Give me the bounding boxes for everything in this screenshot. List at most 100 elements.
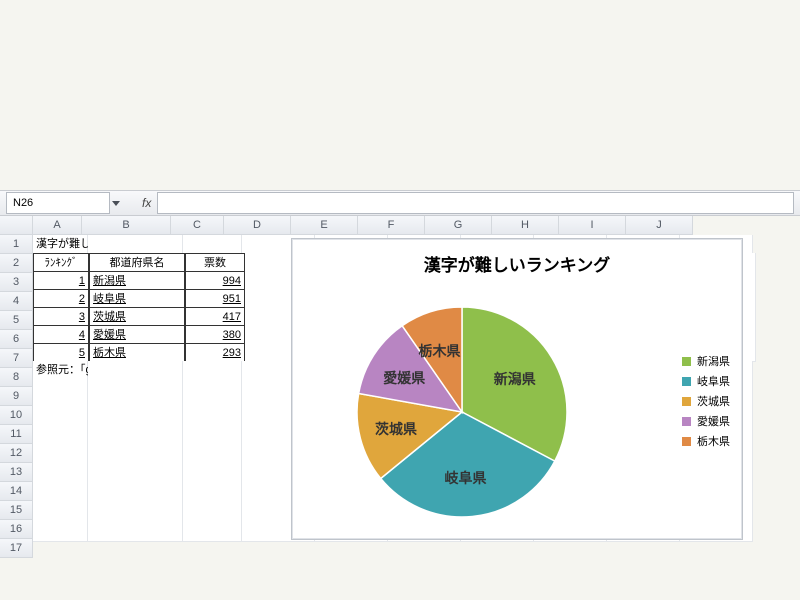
row-header[interactable]: 1 (0, 235, 33, 254)
pie-slice-label: 新潟県 (494, 369, 536, 389)
cell-A5[interactable]: 3 (33, 307, 89, 327)
legend-item: 愛媛県 (682, 413, 730, 429)
row-header[interactable]: 12 (0, 444, 33, 463)
cell-B5[interactable]: 茨城県 (89, 307, 185, 327)
legend-label: 新潟県 (697, 353, 730, 369)
pie-slice-label: 茨城県 (375, 419, 417, 439)
cell-A1[interactable]: 漢字が難しいランキング (33, 235, 88, 254)
cell-C13[interactable] (183, 451, 242, 470)
col-header-I[interactable]: I (559, 216, 626, 235)
chart-legend: 新潟県岐阜県茨城県愛媛県栃木県 (682, 349, 730, 453)
cell-A7[interactable]: 5 (33, 343, 89, 363)
cell-A2[interactable]: ﾗﾝｷﾝｸﾞ (33, 253, 89, 273)
cell-A6[interactable]: 4 (33, 325, 89, 345)
cell-A12[interactable] (33, 433, 88, 452)
cell-A15[interactable] (33, 487, 88, 506)
col-header-A[interactable]: A (33, 216, 82, 235)
cell-C7[interactable]: 293 (185, 343, 245, 363)
fx-icon[interactable]: fx (142, 196, 151, 210)
cell-B9[interactable] (88, 379, 183, 398)
cell-A14[interactable] (33, 469, 88, 488)
cell-C16[interactable] (183, 505, 242, 524)
col-header-H[interactable]: H (492, 216, 559, 235)
name-box[interactable]: N26 (6, 192, 110, 214)
cell-C8[interactable] (183, 361, 242, 380)
cell-A9[interactable] (33, 379, 88, 398)
cell-C14[interactable] (183, 469, 242, 488)
pie-chart[interactable]: 漢字が難しいランキング 新潟県岐阜県茨城県愛媛県栃木県 新潟県岐阜県茨城県愛媛県… (291, 238, 743, 540)
row-header[interactable]: 9 (0, 387, 33, 406)
formula-input[interactable] (157, 192, 794, 214)
cell-C17[interactable] (183, 523, 242, 542)
cell-B17[interactable] (88, 523, 183, 542)
cell-C1[interactable] (183, 235, 242, 254)
legend-item: 茨城県 (682, 393, 730, 409)
cell-A10[interactable] (33, 397, 88, 416)
legend-swatch-icon (682, 397, 691, 406)
row-header[interactable]: 17 (0, 539, 33, 558)
legend-label: 岐阜県 (697, 373, 730, 389)
legend-label: 愛媛県 (697, 413, 730, 429)
name-box-dropdown-icon[interactable] (112, 201, 120, 206)
cell-A16[interactable] (33, 505, 88, 524)
legend-label: 茨城県 (697, 393, 730, 409)
cell-B6[interactable]: 愛媛県 (89, 325, 185, 345)
cell-B13[interactable] (88, 451, 183, 470)
cell-B7[interactable]: 栃木県 (89, 343, 185, 363)
row-header[interactable]: 3 (0, 273, 33, 292)
row-header[interactable]: 10 (0, 406, 33, 425)
col-header-B[interactable]: B (82, 216, 171, 235)
cell-B11[interactable] (88, 415, 183, 434)
cell-B14[interactable] (88, 469, 183, 488)
cell-C5[interactable]: 417 (185, 307, 245, 327)
row-header[interactable]: 13 (0, 463, 33, 482)
row-header[interactable]: 5 (0, 311, 33, 330)
pie-slice-label: 愛媛県 (383, 368, 425, 388)
cell-B1[interactable] (88, 235, 183, 254)
select-all-corner[interactable] (0, 216, 33, 235)
cell-B12[interactable] (88, 433, 183, 452)
formula-bar: N26 fx (0, 190, 800, 216)
cell-B16[interactable] (88, 505, 183, 524)
row-header[interactable]: 6 (0, 330, 33, 349)
cell-B3[interactable]: 新潟県 (89, 271, 185, 291)
row-header[interactable]: 14 (0, 482, 33, 501)
legend-label: 栃木県 (697, 433, 730, 449)
cell-B2[interactable]: 都道府県名 (89, 253, 185, 273)
row-header[interactable]: 16 (0, 520, 33, 539)
cell-A8[interactable]: 参照元：「gooランキング」 (33, 361, 88, 380)
cell-C11[interactable] (183, 415, 242, 434)
col-header-D[interactable]: D (224, 216, 291, 235)
row-header[interactable]: 4 (0, 292, 33, 311)
cell-C15[interactable] (183, 487, 242, 506)
legend-swatch-icon (682, 437, 691, 446)
cell-A3[interactable]: 1 (33, 271, 89, 291)
cell-C6[interactable]: 380 (185, 325, 245, 345)
row-header[interactable]: 15 (0, 501, 33, 520)
cell-A17[interactable] (33, 523, 88, 542)
cell-C12[interactable] (183, 433, 242, 452)
cell-C9[interactable] (183, 379, 242, 398)
cell-A13[interactable] (33, 451, 88, 470)
cell-C2[interactable]: 票数 (185, 253, 245, 273)
row-header[interactable]: 8 (0, 368, 33, 387)
cell-B4[interactable]: 岐阜県 (89, 289, 185, 309)
cell-A11[interactable] (33, 415, 88, 434)
cell-B8[interactable] (88, 361, 183, 380)
legend-swatch-icon (682, 377, 691, 386)
col-header-C[interactable]: C (171, 216, 224, 235)
legend-item: 新潟県 (682, 353, 730, 369)
cell-B10[interactable] (88, 397, 183, 416)
row-header[interactable]: 11 (0, 425, 33, 444)
col-header-E[interactable]: E (291, 216, 358, 235)
col-header-G[interactable]: G (425, 216, 492, 235)
cell-B15[interactable] (88, 487, 183, 506)
cell-C10[interactable] (183, 397, 242, 416)
cell-A4[interactable]: 2 (33, 289, 89, 309)
col-header-J[interactable]: J (626, 216, 693, 235)
cell-C3[interactable]: 994 (185, 271, 245, 291)
row-header[interactable]: 7 (0, 349, 33, 368)
row-header[interactable]: 2 (0, 254, 33, 273)
col-header-F[interactable]: F (358, 216, 425, 235)
cell-C4[interactable]: 951 (185, 289, 245, 309)
